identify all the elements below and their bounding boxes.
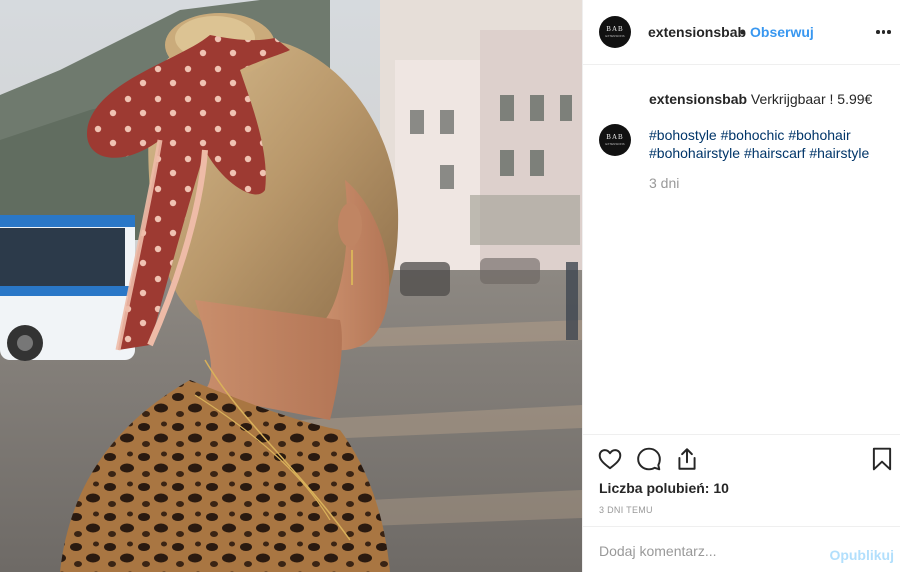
caption-text: Verkrijgbaar ! 5.99€ [750,91,873,107]
post-caption: extensionsbab Verkrijgbaar ! 5.99€ [649,91,889,108]
avatar[interactable]: BAB EXTENSIONS [599,16,631,48]
heart-icon[interactable] [597,446,623,472]
add-comment-form: Opublikuj [583,526,900,572]
hashtag-link[interactable]: #bohostyle [649,127,717,143]
header-separator: • [740,24,745,40]
avatar-monogram: BAB [606,25,624,33]
likes-count[interactable]: Liczba polubień: 10 [599,480,729,497]
comment-avatar[interactable]: BAB EXTENSIONS [599,124,631,156]
share-upload-icon[interactable] [674,446,700,472]
hashtag-link[interactable]: #bohohair [788,127,850,143]
woman-with-polka-dot-scarf-photo [0,0,582,572]
more-dot [876,30,880,34]
more-options-icon[interactable] [876,26,894,38]
comment-bubble-icon[interactable] [636,446,662,472]
hashtag-link[interactable]: #bohohairstyle [649,145,740,161]
follow-button[interactable]: Obserwuj [750,24,814,41]
more-dot [881,30,885,34]
header-username[interactable]: extensionsbab [648,24,746,41]
hashtag-link[interactable]: #hairstyle [809,145,869,161]
hashtag-list: #bohostyle #bohochic #bohohair #bohohair… [649,126,889,162]
publish-button[interactable]: Opublikuj [829,547,894,564]
avatar-subtext: EXTENSIONS [605,142,625,146]
post-timestamp: 3 DNI TEMU [599,505,653,515]
hashtag-link[interactable]: #hairscarf [744,145,805,161]
comment-age: 3 dni [649,175,680,191]
more-dot [887,30,891,34]
post-header: BAB EXTENSIONS extensionsbab • Obserwuj [583,0,900,65]
post-sidebar: BAB EXTENSIONS extensionsbab • Obserwuj … [582,0,900,572]
avatar-subtext: EXTENSIONS [605,34,625,38]
post-photo[interactable] [0,0,582,572]
instagram-post: BAB EXTENSIONS extensionsbab • Obserwuj … [0,0,900,572]
hashtag-link[interactable]: #bohochic [721,127,785,143]
comment-input[interactable] [599,541,819,561]
avatar-monogram: BAB [606,133,624,141]
caption-username[interactable]: extensionsbab [649,91,747,107]
bookmark-icon[interactable] [869,446,895,472]
